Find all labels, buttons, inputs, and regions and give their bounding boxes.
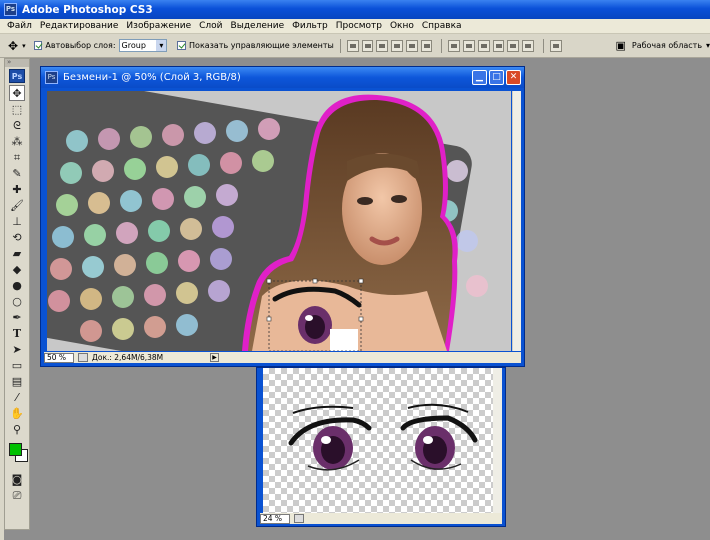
menu-select[interactable]: Выделение <box>227 21 289 31</box>
path-selection-tool-icon[interactable]: ➤ <box>9 341 25 357</box>
document-1-status-bar: 50 % Док.: 2,64M/6,38M ▶ <box>44 352 521 363</box>
status-menu-arrow-icon[interactable]: ▶ <box>210 353 219 362</box>
close-icon[interactable]: ✕ <box>506 70 521 85</box>
distribute-top-icon[interactable] <box>448 39 461 52</box>
menu-bar: Файл Редактирование Изображение Слой Выд… <box>0 19 710 34</box>
quick-mask-icon[interactable]: ◙ <box>9 471 25 487</box>
options-separator <box>339 38 341 53</box>
color-swatches[interactable] <box>7 441 29 465</box>
pen-tool-icon[interactable]: ✒ <box>9 309 25 325</box>
align-right-icon[interactable] <box>420 39 433 52</box>
magic-wand-tool-icon[interactable]: ⁂ <box>9 133 25 149</box>
type-tool-icon[interactable]: T <box>9 325 25 341</box>
app-title: Adobe Photoshop CS3 <box>22 3 153 16</box>
shape-tool-icon[interactable]: ▭ <box>9 357 25 373</box>
show-controls-label: Показать управляющие элементы <box>189 41 334 50</box>
menu-image[interactable]: Изображение <box>122 21 195 31</box>
document-1-doc-size: Док.: 2,64M/6,38M <box>92 353 164 362</box>
document-2-status-icon[interactable] <box>294 514 304 523</box>
auto-select-checkbox[interactable] <box>33 41 43 50</box>
document-1-zoom-field[interactable]: 50 % <box>44 352 74 363</box>
distribute-vcenter-icon[interactable] <box>463 39 475 52</box>
photo-composite <box>47 91 511 351</box>
document-icon: Ps <box>45 71 58 84</box>
blur-tool-icon[interactable]: ● <box>9 277 25 293</box>
document-window-2[interactable]: 24 % <box>256 367 506 527</box>
clone-stamp-tool-icon[interactable]: ⊥ <box>9 213 25 229</box>
eyedropper-tool-icon[interactable]: ⁄ <box>9 389 25 405</box>
distribute-right-icon[interactable] <box>522 39 534 52</box>
align-vcenter-icon[interactable] <box>361 39 374 52</box>
workspace-dropdown-icon[interactable]: ▾ <box>706 41 710 50</box>
move-tool-icon[interactable]: ✥ <box>8 39 18 53</box>
menu-edit[interactable]: Редактирование <box>36 21 123 31</box>
document-window-1[interactable]: Ps Безмени-1 @ 50% (Слой 3, RGB/8) ▁ □ ✕ <box>40 66 525 367</box>
options-separator <box>441 38 443 53</box>
document-1-scrollbar[interactable] <box>512 91 521 351</box>
dodge-tool-icon[interactable]: ○ <box>9 293 25 309</box>
maximize-icon[interactable]: □ <box>489 70 504 85</box>
show-controls-checkbox[interactable] <box>177 41 187 50</box>
menu-window[interactable]: Окно <box>386 21 418 31</box>
workspace-label[interactable]: Рабочая область <box>632 41 702 50</box>
menu-file[interactable]: Файл <box>3 21 36 31</box>
tool-preset-dropdown-icon[interactable]: ▾ <box>22 42 26 50</box>
toolbox-grip[interactable]: » <box>5 59 29 67</box>
brush-tool-icon[interactable]: 🖌 <box>9 197 25 213</box>
distribute-left-icon[interactable] <box>492 39 505 52</box>
options-bar: ✥ ▾ Автовыбор слоя: Group Показать управ… <box>0 34 710 58</box>
document-2-status-bar: 24 % <box>260 513 502 524</box>
document-1-canvas[interactable] <box>47 91 511 351</box>
healing-brush-tool-icon[interactable]: ✚ <box>9 181 25 197</box>
notes-tool-icon[interactable]: ▤ <box>9 373 25 389</box>
paint-bucket-tool-icon[interactable]: ◆ <box>9 261 25 277</box>
align-top-icon[interactable] <box>346 39 359 52</box>
align-hcenter-icon[interactable] <box>405 39 418 52</box>
toolbox-logo[interactable]: Ps <box>9 69 25 83</box>
document-2-zoom-field[interactable]: 24 % <box>260 513 290 524</box>
screen-mode-icon[interactable]: ⎚ <box>9 487 25 503</box>
marquee-tool-icon[interactable]: ⬚ <box>9 101 25 117</box>
workspace-icon[interactable]: ▣ <box>615 39 625 52</box>
distribute-bottom-icon[interactable] <box>477 39 490 52</box>
document-1-titlebar[interactable]: Ps Безмени-1 @ 50% (Слой 3, RGB/8) <box>41 67 524 88</box>
minimize-icon[interactable]: ▁ <box>472 70 487 85</box>
history-brush-tool-icon[interactable]: ⟲ <box>9 229 25 245</box>
align-left-icon[interactable] <box>391 39 403 52</box>
menu-help[interactable]: Справка <box>418 21 466 31</box>
menu-layer[interactable]: Слой <box>195 21 226 31</box>
move-tool-icon[interactable]: ✥ <box>9 85 25 101</box>
slice-tool-icon[interactable]: ✎ <box>9 165 25 181</box>
toolbox: » Ps ✥ ⬚ ᘓ ⁂ ⌗ ✎ ✚ 🖌 ⊥ ⟲ ▰ ◆ ● ○ ✒ T ➤ ▭… <box>4 58 30 530</box>
crop-tool-icon[interactable]: ⌗ <box>9 149 25 165</box>
window-controls: ▁ □ ✕ <box>472 70 521 85</box>
hand-tool-icon[interactable]: ✋ <box>9 405 25 421</box>
document-1-status-icon[interactable] <box>78 353 88 362</box>
document-1-title: Безмени-1 @ 50% (Слой 3, RGB/8) <box>63 72 241 83</box>
auto-select-dropdown[interactable]: Group <box>118 39 168 52</box>
app-titlebar: Ps Adobe Photoshop CS3 <box>0 0 710 19</box>
foreground-color-swatch[interactable] <box>9 443 22 456</box>
menu-filter[interactable]: Фильтр <box>288 21 332 31</box>
align-bottom-icon[interactable] <box>376 39 389 52</box>
document-2-scrollbar[interactable] <box>493 368 502 513</box>
distribute-hcenter-icon[interactable] <box>507 39 520 52</box>
auto-select-label: Автовыбор слоя: <box>45 41 116 50</box>
ps-icon: Ps <box>4 3 17 16</box>
eraser-tool-icon[interactable]: ▰ <box>9 245 25 261</box>
lasso-tool-icon[interactable]: ᘓ <box>9 117 25 133</box>
auto-align-icon[interactable] <box>549 39 562 52</box>
anime-eyes-layer <box>288 403 478 471</box>
zoom-tool-icon[interactable]: ⚲ <box>9 421 25 437</box>
menu-view[interactable]: Просмотр <box>332 21 386 31</box>
document-2-canvas[interactable] <box>263 368 493 513</box>
options-separator <box>542 38 544 53</box>
